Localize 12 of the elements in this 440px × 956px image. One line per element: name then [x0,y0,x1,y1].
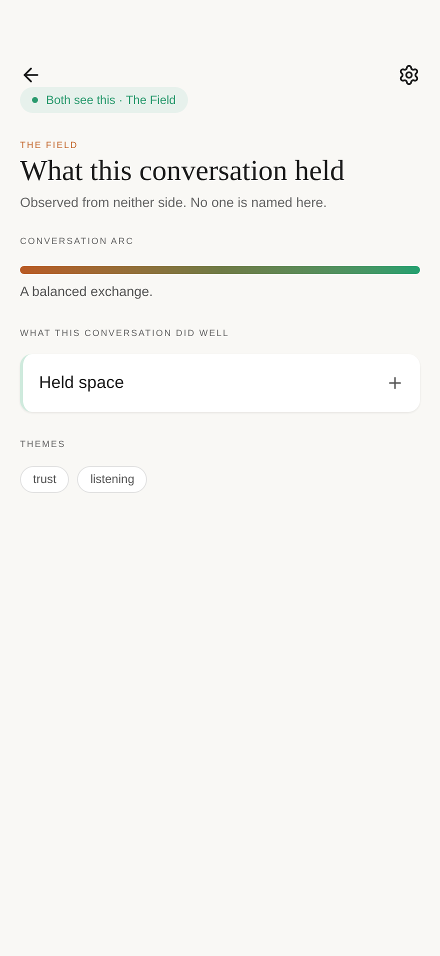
eyebrow-label: THE FIELD [20,139,80,152]
arc-caption: A balanced exchange. [20,283,154,302]
strength-card[interactable]: Held space [20,354,420,412]
subtitle-text: Observed from neither side. No one is named here. [20,194,328,212]
plus-icon [386,374,404,392]
section-label: WHAT THIS CONVERSATION DID WELL [20,326,230,340]
section-label: CONVERSATION ARC [20,234,135,248]
theme-tag: trust [20,466,70,492]
badge-text: Both see this · The Field [46,92,176,109]
theme-tag: listening [77,466,148,492]
section-label: THEMES [20,438,67,451]
page-title: What this conversation held [20,154,346,188]
